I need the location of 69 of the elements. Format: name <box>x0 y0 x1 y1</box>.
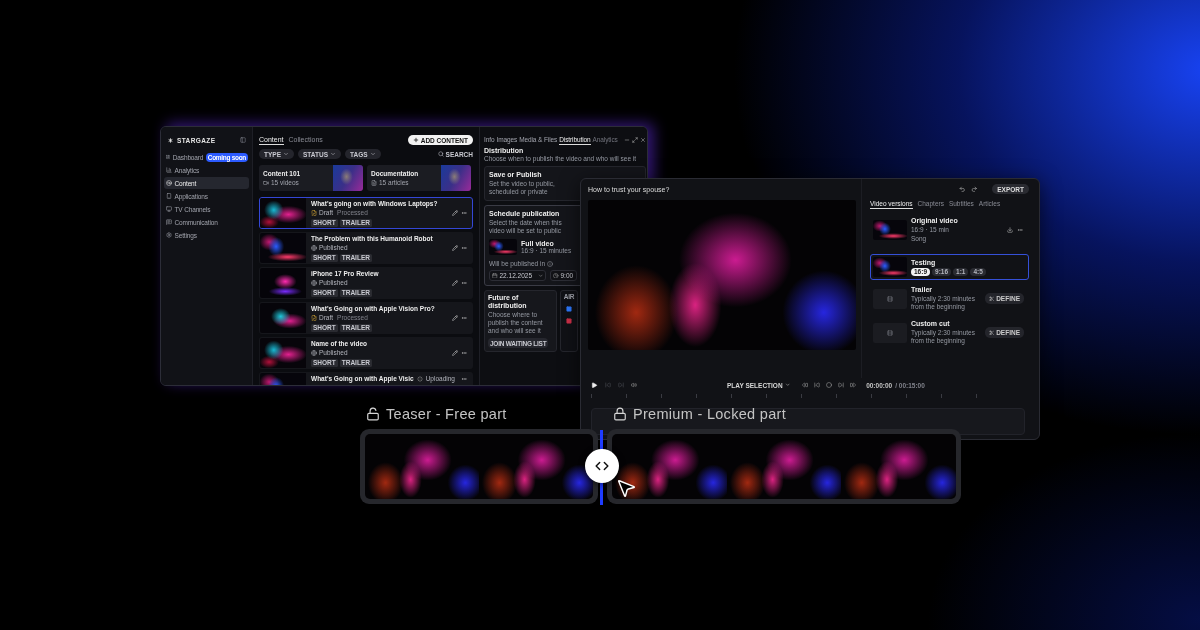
more-icon[interactable] <box>461 350 467 356</box>
file-pen-icon <box>311 210 317 216</box>
message-icon <box>166 219 172 225</box>
pencil-icon[interactable] <box>452 315 458 321</box>
globe-icon <box>311 280 317 286</box>
video-thumbnail <box>260 268 306 298</box>
video-thumbnail <box>489 239 517 255</box>
monitor-icon <box>166 206 172 212</box>
left-right-chevrons-icon <box>595 459 609 473</box>
video-thumbnail <box>873 257 907 277</box>
mouse-pointer-icon <box>615 477 637 499</box>
smartphone-icon <box>166 193 172 199</box>
video-thumbnail <box>260 338 306 368</box>
pencil-icon[interactable] <box>452 350 458 356</box>
pencil-icon[interactable] <box>452 245 458 251</box>
expand-icon[interactable] <box>632 137 638 143</box>
segment-label: Teaser - Free part <box>386 406 507 422</box>
more-icon[interactable] <box>1017 227 1023 233</box>
plus-icon <box>412 137 419 143</box>
document-icon <box>371 179 377 186</box>
spinner-icon <box>416 376 423 382</box>
fast-forward-icon[interactable] <box>850 382 857 388</box>
film-icon <box>887 329 893 336</box>
file-pen-icon <box>311 315 317 321</box>
download-icon[interactable] <box>1007 227 1013 233</box>
redo-icon[interactable] <box>970 185 978 193</box>
calendar-icon <box>492 272 498 279</box>
video-thumbnail <box>260 303 306 333</box>
search-icon <box>437 151 444 157</box>
more-icon[interactable] <box>461 210 467 216</box>
chevron-down-icon <box>537 272 543 279</box>
bar-chart-icon <box>166 167 172 173</box>
chevron-down-icon <box>330 151 337 157</box>
video-camera-icon <box>263 179 269 186</box>
pencil-icon[interactable] <box>452 280 458 286</box>
photo-placeholder <box>333 165 363 191</box>
video-thumbnail <box>260 233 306 263</box>
chevron-down-icon <box>369 151 376 157</box>
segment-label: Premium - Locked part <box>633 406 786 422</box>
sidebar-toggle-icon[interactable] <box>240 137 246 143</box>
asterisk-logo-icon <box>167 136 174 144</box>
skip-forward-icon[interactable] <box>838 382 845 388</box>
more-icon[interactable] <box>461 315 467 321</box>
more-icon[interactable] <box>461 280 467 286</box>
video-thumbnail <box>873 220 907 240</box>
film-icon <box>887 295 893 302</box>
settings-icon <box>166 232 172 238</box>
scissors-icon <box>988 329 995 336</box>
photo-placeholder <box>441 165 471 191</box>
clock-icon <box>553 272 559 279</box>
more-icon[interactable] <box>461 245 467 251</box>
scissors-icon <box>988 295 995 302</box>
disc-icon <box>166 180 172 186</box>
chevron-down-icon <box>784 382 791 388</box>
globe-icon <box>311 350 317 356</box>
info-icon <box>547 260 553 267</box>
chevron-down-icon <box>283 151 289 157</box>
pencil-icon[interactable] <box>452 210 458 216</box>
undo-icon[interactable] <box>959 185 966 193</box>
globe-icon <box>311 245 317 251</box>
more-icon[interactable] <box>461 376 467 382</box>
close-icon[interactable] <box>640 137 646 143</box>
play-icon[interactable] <box>591 381 598 389</box>
rewind-icon[interactable] <box>802 382 809 388</box>
video-thumbnail <box>260 198 306 228</box>
circle-icon[interactable] <box>826 382 833 388</box>
skip-back-icon[interactable] <box>814 382 821 388</box>
volume-icon[interactable] <box>630 382 637 388</box>
dashboard-icon <box>166 154 171 160</box>
